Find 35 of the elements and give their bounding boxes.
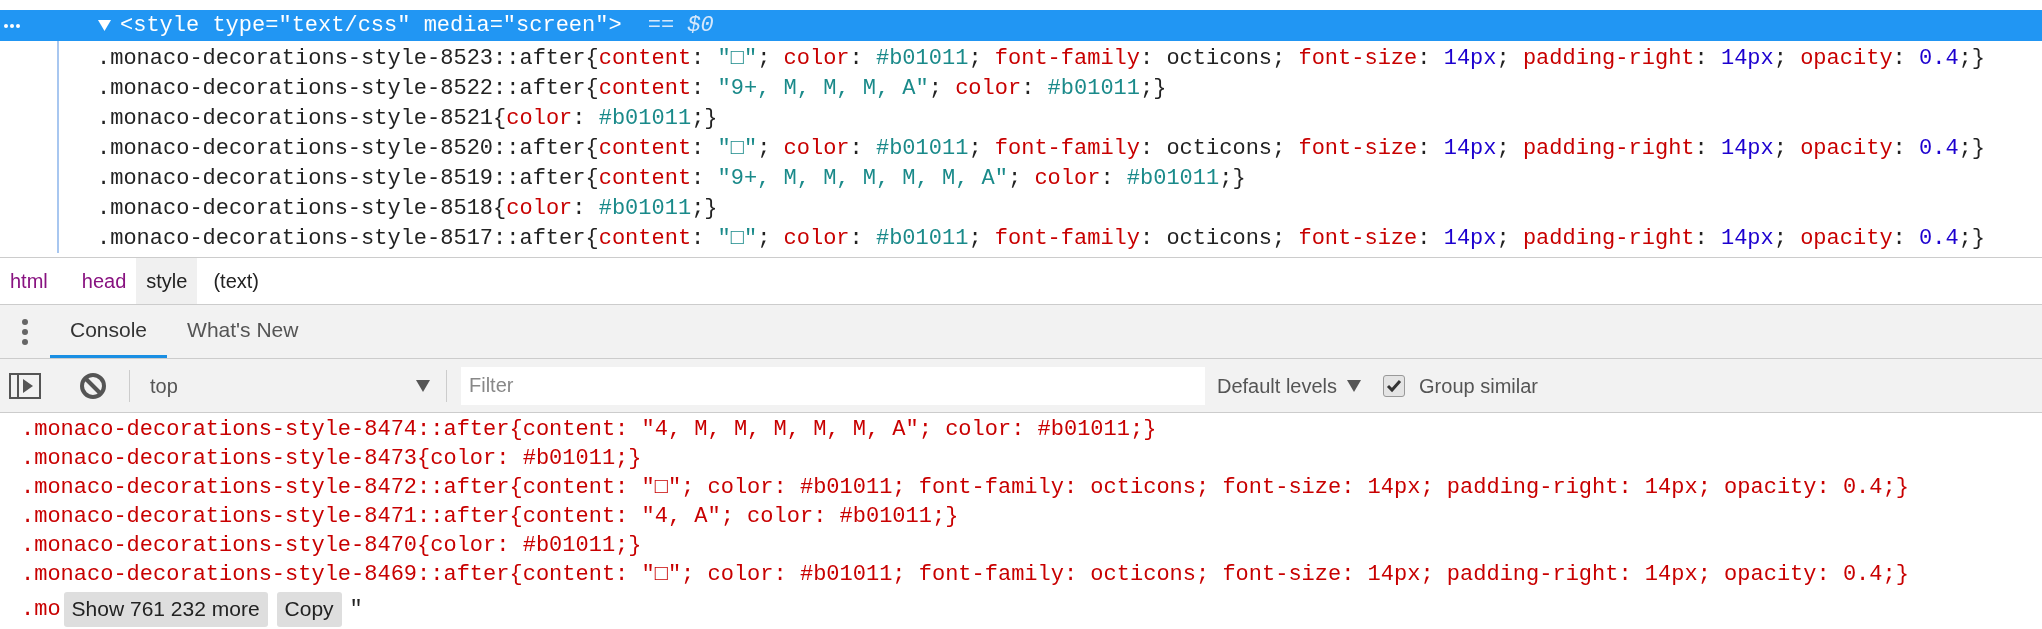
code-line: .monaco-decorations-style-8523::after{content: "□"; color: #b01011; font-family: octicons; font-size: 14px; padding-right: 14px; opacity: 0.4;} [97,45,1985,73]
console-message: .monaco-decorations-style-8470{color: #b01011;} [21,532,642,560]
console-message: .monaco-decorations-style-8474::after{content: "4, M, M, M, M, M, A"; color: #b01011;} [21,416,1157,444]
levels-dropdown[interactable]: Default levels [1217,370,1362,401]
code-line: .monaco-decorations-style-8522::after{content: "9+, M, M, M, A"; color: #b01011;} [97,75,1167,103]
code-line: .monaco-decorations-style-8518{color: #b01011;} [97,195,718,223]
node-reference: == $0 [647,12,714,40]
code-line: .monaco-decorations-style-8517::after{content: "□"; color: #b01011; font-family: octicons; font-size: 14px; padding-right: 14px; opacity: 0.4;} [97,225,1985,253]
ellipsis-icon [4,23,20,28]
expand-triangle-icon[interactable] [98,19,111,32]
breadcrumb-item[interactable]: head [71,258,137,304]
code-line: .monaco-decorations-style-8520::after{content: "□"; color: #b01011; font-family: octicons; font-size: 14px; padding-right: 14px; opacity: 0.4;} [97,135,1985,163]
sidebar-toggle-icon[interactable] [9,372,41,399]
breadcrumb-item[interactable]: html [0,258,58,304]
drawer-tab[interactable]: What's New [167,305,319,358]
dropdown-caret-icon [1347,379,1362,392]
breadcrumb-item[interactable]: style [136,258,198,304]
context-select[interactable]: top [150,370,430,401]
console-message: .mo [21,595,61,624]
group-similar-checkbox[interactable] [1383,374,1406,397]
quote-mark: " [349,595,363,624]
more-menu-icon[interactable] [21,318,29,345]
dropdown-caret-icon [416,379,430,392]
show-more-button[interactable]: Show 761 232 more [63,591,268,627]
code-line: .monaco-decorations-style-8519::after{content: "9+, M, M, M, M, M, A"; color: #b01011;} [97,165,1246,193]
clear-console-icon[interactable] [79,371,107,400]
breadcrumb-item[interactable]: (text) [203,258,269,304]
console-message: .monaco-decorations-style-8472::after{content: "□"; color: #b01011; font-family: octicons; font-size: 14px; padding-right: 14px; opacity: 0.4;} [21,474,1909,502]
code-line: .monaco-decorations-style-8521{color: #b01011;} [97,105,718,133]
filter-field[interactable]: Filter [461,366,1205,405]
console-message: .monaco-decorations-style-8473{color: #b01011;} [21,445,642,473]
copy-button[interactable]: Copy [276,591,342,627]
console-message: .monaco-decorations-style-8471::after{content: "4, A"; color: #b01011;} [21,503,959,531]
checkbox-label: Group similar [1419,373,1538,399]
console-message: .monaco-decorations-style-8469::after{content: "□"; color: #b01011; font-family: octicons; font-size: 14px; padding-right: 14px; opacity: 0.4;} [21,561,1909,589]
